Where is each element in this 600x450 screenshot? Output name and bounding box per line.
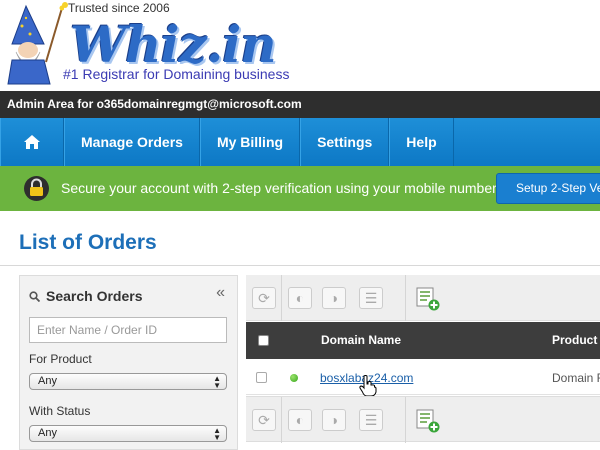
search-orders-heading: Search Orders bbox=[29, 288, 143, 304]
admin-bar: Admin Area for o365domainregmgt@microsof… bbox=[0, 91, 600, 118]
refresh-icon[interactable]: ⟳ bbox=[252, 409, 276, 431]
product-select[interactable]: Any ▲ ▼ bbox=[29, 373, 227, 390]
product-cell: Domain R bbox=[552, 371, 600, 385]
orders-content: ⟳ ◐ ◑ ☰ Domain Name Product bosxlabaz24.… bbox=[246, 275, 600, 450]
collapse-panel-icon[interactable]: « bbox=[216, 284, 225, 302]
orders-toolbar-bottom: ⟳ ◐ ◑ ☰ bbox=[246, 396, 600, 443]
page-title: List of Orders bbox=[19, 231, 157, 254]
nav-home[interactable] bbox=[0, 118, 64, 166]
edit-list-icon[interactable]: ☰ bbox=[359, 287, 383, 309]
tagline: #1 Registrar for Domaining business bbox=[63, 66, 290, 82]
column-product[interactable]: Product bbox=[552, 333, 597, 347]
add-order-icon[interactable] bbox=[416, 409, 440, 433]
trusted-since-text: Trusted since 2006 bbox=[68, 1, 170, 15]
site-header: Trusted since 2006 Whiz.in #1 Registrar … bbox=[0, 0, 600, 91]
nav-my-billing[interactable]: My Billing bbox=[199, 118, 301, 166]
hand-cursor-icon bbox=[359, 375, 377, 397]
security-banner: Secure your account with 2-step verifica… bbox=[0, 166, 600, 211]
title-divider bbox=[0, 265, 600, 266]
main-nav: Manage Orders My Billing Settings Help bbox=[0, 118, 600, 166]
column-domain-name[interactable]: Domain Name bbox=[321, 333, 401, 347]
select-arrows-icon: ▲ ▼ bbox=[213, 426, 221, 442]
orders-table-header: Domain Name Product bbox=[246, 322, 600, 359]
search-icon bbox=[29, 290, 40, 302]
nav-manage-orders[interactable]: Manage Orders bbox=[64, 118, 200, 166]
with-status-label: With Status bbox=[29, 404, 91, 418]
add-order-icon[interactable] bbox=[416, 287, 440, 311]
toolbar-divider bbox=[405, 275, 406, 321]
admin-area-text: Admin Area for o365domainregmgt@microsof… bbox=[7, 97, 302, 111]
status-dot-icon bbox=[290, 374, 298, 382]
lock-order-icon[interactable]: ◐ bbox=[288, 287, 312, 309]
toolbar-divider bbox=[281, 275, 282, 321]
for-product-label: For Product bbox=[29, 352, 92, 366]
lock-icon bbox=[24, 176, 49, 201]
wizard-logo-icon[interactable] bbox=[4, 4, 64, 86]
search-orders-label: Search Orders bbox=[46, 288, 143, 304]
status-select-value: Any bbox=[38, 427, 57, 439]
edit-list-icon[interactable]: ☰ bbox=[359, 409, 383, 431]
search-input[interactable] bbox=[29, 317, 227, 343]
toolbar-divider bbox=[281, 397, 282, 443]
unlock-order-icon[interactable]: ◑ bbox=[322, 287, 346, 309]
home-icon bbox=[24, 135, 40, 149]
nav-settings[interactable]: Settings bbox=[300, 118, 390, 166]
status-select[interactable]: Any ▲ ▼ bbox=[29, 425, 227, 442]
toolbar-divider bbox=[405, 397, 406, 443]
lock-order-icon[interactable]: ◐ bbox=[288, 409, 312, 431]
nav-help[interactable]: Help bbox=[389, 118, 454, 166]
row-checkbox[interactable] bbox=[256, 372, 267, 383]
setup-2-step-button[interactable]: Setup 2-Step Ve bbox=[496, 173, 600, 204]
table-row[interactable]: bosxlabaz24.com Domain R bbox=[246, 359, 600, 397]
select-arrows-icon: ▲ ▼ bbox=[213, 374, 221, 390]
search-orders-panel: Search Orders « For Product Any ▲▼ With … bbox=[19, 275, 238, 450]
select-all-checkbox[interactable] bbox=[258, 335, 269, 346]
product-select-value: Any bbox=[38, 375, 57, 387]
unlock-order-icon[interactable]: ◑ bbox=[322, 409, 346, 431]
security-banner-text: Secure your account with 2-step verifica… bbox=[61, 180, 500, 196]
refresh-icon[interactable]: ⟳ bbox=[252, 287, 276, 309]
orders-toolbar-top: ⟳ ◐ ◑ ☰ bbox=[246, 275, 600, 321]
